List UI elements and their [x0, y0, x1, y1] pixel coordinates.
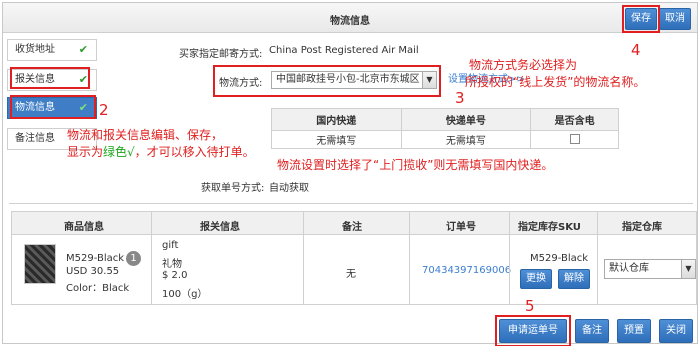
shipping-method-value: 中国邮政挂号小包-北京市东城区 [276, 74, 420, 85]
buyer-method-label: 买家指定邮寄方式: [179, 49, 263, 60]
order-number-link[interactable]: 70434397169006 [422, 265, 511, 276]
tracking-number-value: 无需填写 [400, 130, 532, 149]
shipping-method-label: 物流方式: [219, 78, 263, 89]
sidebar-item-label: 备注信息 [15, 133, 55, 144]
column-divider [151, 211, 152, 305]
apply-tracking-button[interactable]: 申请运单号 [499, 319, 567, 343]
logistics-dialog: 物流信息 保存 取消 收货地址 ✔ 报关信息 ✔ 物流信息 ✔ 备注信息 买家指… [2, 2, 698, 346]
cancel-button[interactable]: 取消 [659, 8, 691, 30]
save-button[interactable]: 保存 [625, 8, 657, 30]
customs-value: $ 2.0 [162, 270, 188, 281]
buyer-method-value: China Post Registered Air Mail [269, 45, 419, 56]
sidebar-item-label: 收货地址 [15, 44, 55, 55]
annotation-note-3: 物流设置时选择了“上门揽收”则无需填写国内快递。 [277, 158, 554, 172]
sidebar-item-customs[interactable]: 报关信息 ✔ [7, 69, 97, 91]
remark-button[interactable]: 备注 [575, 319, 609, 343]
annotation-note-1: 物流和报关信息编辑、保存， 显示为绿色√，才可以移入待打单。 [67, 127, 255, 161]
sku-change-button[interactable]: 更换 [520, 269, 552, 289]
column-header: 订单号 [446, 222, 476, 233]
sidebar-item-logistics[interactable]: 物流信息 ✔ [7, 97, 97, 119]
chevron-down-icon: ▼ [422, 72, 436, 88]
annotation-number-3: 3 [455, 89, 465, 107]
warehouse-select[interactable]: 默认仓库 ▼ [604, 259, 696, 279]
contains-battery-cell [530, 130, 619, 149]
sidebar-item-address[interactable]: 收货地址 ✔ [7, 39, 97, 61]
column-header: 报关信息 [200, 222, 240, 233]
product-image [24, 244, 56, 284]
annotation-number-2: 2 [99, 101, 109, 119]
column-header: 商品信息 [64, 222, 104, 233]
tracking-method-label: 获取单号方式: [201, 183, 265, 194]
quantity-badge: 1 [126, 251, 141, 266]
column-header: 快递单号 [400, 108, 532, 131]
column-header: 指定仓库 [622, 222, 662, 233]
remark-value: 无 [346, 269, 356, 280]
domestic-express-value: 无需填写 [271, 130, 402, 149]
sku-value: M529-Black [530, 253, 589, 264]
product-price: USD 30.55 [66, 266, 120, 277]
customs-en-name: gift [162, 240, 179, 251]
check-icon: ✔ [78, 43, 88, 56]
product-name: M529-Black x [66, 253, 134, 264]
contains-battery-checkbox[interactable] [569, 134, 580, 144]
warehouse-value: 默认仓库 [609, 263, 649, 274]
customs-weight: 100（g） [162, 289, 208, 300]
sku-remove-button[interactable]: 解除 [558, 269, 590, 289]
order-table-header: 商品信息 报关信息 备注 订单号 指定库存SKU 指定仓库 [11, 211, 697, 235]
sidebar-item-label: 物流信息 [15, 102, 55, 113]
close-button[interactable]: 关闭 [659, 319, 693, 343]
product-color: Color：Black [66, 283, 130, 294]
dialog-header: 物流信息 保存 取消 [3, 3, 697, 33]
preset-button[interactable]: 预置 [617, 319, 651, 343]
annotation-line: 显示为绿色√，才可以移入待打单。 [67, 145, 255, 159]
divider [9, 203, 693, 204]
annotation-line: 物流和报关信息编辑、保存， [67, 128, 224, 142]
customs-cn-name: 礼物 [162, 259, 182, 270]
sidebar-item-label: 报关信息 [15, 74, 55, 85]
tracking-method-value: 自动获取 [269, 183, 309, 194]
column-divider [597, 211, 598, 305]
column-header: 备注 [342, 222, 362, 233]
column-header: 指定库存SKU [518, 222, 581, 233]
annotation-line: 物流方式务必选择为 [469, 58, 578, 72]
check-icon: ✔ [78, 73, 88, 86]
column-header: 是否含电 [530, 108, 619, 131]
column-divider [509, 211, 510, 305]
annotation-note-2: 物流方式务必选择为 所授权的“线上发货”的物流名称。 [465, 57, 645, 91]
column-divider [303, 211, 304, 305]
chevron-down-icon: ▼ [681, 260, 695, 278]
annotation-number-5: 5 [525, 297, 535, 315]
shipping-method-select[interactable]: 中国邮政挂号小包-北京市东城区 ▼ [271, 71, 437, 89]
dialog-title: 物流信息 [330, 16, 370, 27]
domestic-express-table: 国内快递 快递单号 是否含电 无需填写 无需填写 [271, 108, 619, 149]
table-row: M529-Black x 1 USD 30.55 Color：Black gif… [11, 235, 697, 305]
column-header: 国内快递 [271, 108, 402, 131]
check-icon: ✔ [78, 101, 88, 114]
column-divider [409, 211, 410, 305]
annotation-line: 所授权的“线上发货”的物流名称。 [465, 75, 646, 89]
